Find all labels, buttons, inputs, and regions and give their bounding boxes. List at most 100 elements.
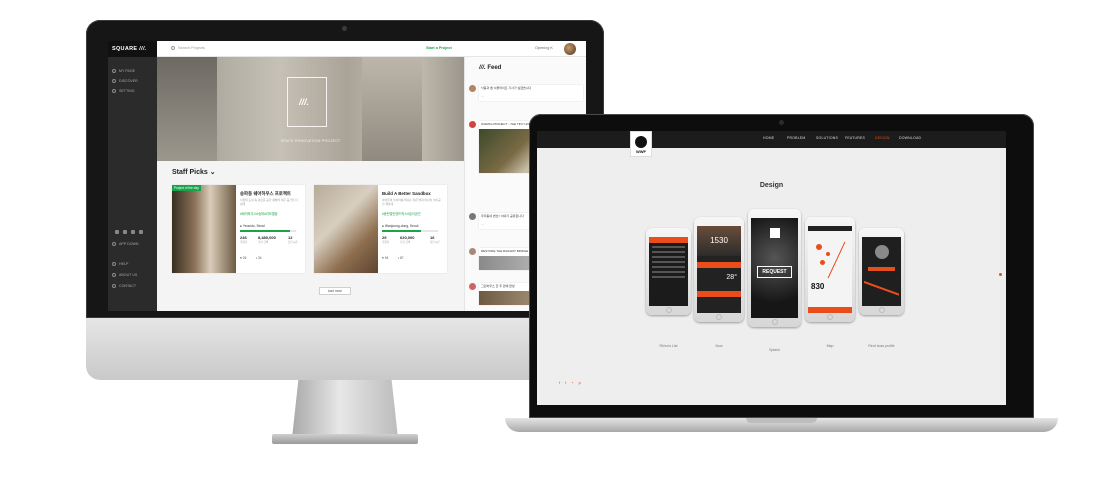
sidebar-item-my-page[interactable]: MY PAGE (112, 69, 135, 73)
now-number: 1530 (697, 226, 741, 256)
sidebar-item-about-us[interactable]: ABOUT US (112, 273, 137, 277)
load-more-button[interactable]: load more (319, 287, 351, 295)
phone-screen-profile (862, 237, 901, 306)
project-image (314, 185, 378, 273)
macbook-device: HOME PROBLEM SOLUTIONS FEATURES DESIGN D… (505, 114, 1058, 436)
compass-icon (112, 79, 116, 83)
top-bar: Search Projects Start a Project Opening … (157, 41, 586, 57)
macbook-notch (746, 418, 817, 423)
hero-banner[interactable]: ///. SPACE RENOVATION PROJECT (157, 57, 464, 161)
project-card[interactable]: Build A Better Sandbox 아이들의 놀이터를 바꾸는 작은 … (314, 185, 447, 273)
sidebar-item-help[interactable]: HELP (112, 262, 128, 266)
phone-caption: Rent boss profile (868, 344, 895, 348)
project-card[interactable]: Project of the day 송파동 쉐어하우스 프로젝트 서울의 도심… (172, 185, 305, 273)
home-button (716, 314, 722, 320)
staff-picks-heading[interactable]: Staff Picks ⌄ (172, 168, 216, 176)
twitter-icon[interactable] (123, 230, 127, 234)
top-nav: HOME PROBLEM SOLUTIONS FEATURES DESIGN D… (537, 131, 1006, 148)
mail-icon (112, 284, 116, 288)
twitter-icon[interactable]: t (565, 380, 566, 385)
stat-remaining: 12 남은시간 (288, 235, 298, 244)
like-count[interactable]: ♥ 94 (382, 256, 388, 260)
phone-caption: Map (826, 344, 834, 348)
project-title[interactable]: Build A Better Sandbox (382, 191, 444, 196)
search-input[interactable]: Search Projects (171, 46, 205, 50)
avatar (469, 213, 476, 220)
facebook-icon[interactable] (115, 230, 119, 234)
phone-screen-splash: REQUEST (751, 218, 798, 318)
avatar (469, 248, 476, 255)
wwf-app-screen: HOME PROBLEM SOLUTIONS FEATURES DESIGN D… (537, 131, 1006, 405)
phone-caption: Rhino's List (659, 344, 678, 348)
project-title[interactable]: 송파동 쉐어하우스 프로젝트 (240, 191, 302, 197)
sidebar-item-discover[interactable]: DISCOVER (112, 79, 138, 83)
project-description: 서울의 도심 속 새로운 공간 재해석 작은 공간을 더 넓게 (240, 198, 298, 206)
user-icon (112, 69, 116, 73)
stat-amount: 8,480,000 모인 금액 (258, 235, 276, 244)
brand-logo[interactable]: SQUARE ///. (108, 41, 157, 57)
home-button (665, 307, 672, 313)
section-dot-indicator[interactable] (999, 273, 1002, 276)
avatar[interactable] (564, 43, 576, 55)
pinterest-icon[interactable] (139, 230, 143, 234)
phone-screen-list (649, 237, 688, 306)
nav-features[interactable]: FEATURES (845, 136, 865, 140)
sidebar-item-setting[interactable]: SETTING (112, 89, 135, 93)
nav-design[interactable]: DESIGN (875, 136, 890, 140)
phone-caption: Now (715, 344, 723, 348)
map-number: 830 (811, 282, 825, 291)
funding-progress-bar (382, 230, 438, 232)
nav-home[interactable]: HOME (763, 136, 774, 140)
imac-stand (292, 380, 398, 438)
phone-screen-map: 830 (808, 226, 852, 313)
like-count[interactable]: ♥ 26 (240, 256, 246, 260)
hero-column (362, 57, 422, 161)
start-project-link[interactable]: Start a Project (426, 46, 452, 50)
phone-mockup (646, 228, 691, 315)
social-links (115, 230, 143, 234)
imac-stand-foot (272, 434, 418, 444)
avatar (469, 121, 476, 128)
wwf-logo[interactable]: WWF (630, 131, 652, 157)
hero-caption: SPACE RENOVATION PROJECT (280, 139, 341, 143)
project-tags[interactable]: #쉐어하우스#송파#리모델링 (240, 211, 278, 216)
stat-backers: 29 후원자 (382, 235, 390, 244)
location-pin-icon: ● (382, 224, 384, 228)
profile-avatar (874, 245, 889, 259)
feed-logo-icon: ///. (479, 65, 486, 71)
request-button[interactable]: REQUEST (757, 266, 792, 278)
sidebar-item-app-down[interactable]: APP DOWN (112, 242, 139, 246)
nav-problem[interactable]: PROBLEM (787, 136, 806, 140)
info-icon (112, 273, 116, 277)
feed-title: ///. Feed (479, 65, 502, 71)
temperature: 28° (726, 274, 737, 281)
nav-download[interactable]: DOWNLOAD (899, 136, 921, 140)
home-button (878, 307, 885, 313)
share-icon[interactable]: + (571, 380, 573, 385)
facebook-icon[interactable]: f (559, 380, 560, 385)
product-mockup-stage: SQUARE ///. MY PAGE DISCOVER SETTING APP… (0, 0, 1108, 502)
logo-mark-icon: ///. (139, 46, 147, 52)
home-button (827, 314, 833, 320)
gear-icon (112, 89, 116, 93)
wwf-small-logo-icon (769, 228, 780, 238)
sidebar: SQUARE ///. MY PAGE DISCOVER SETTING APP… (108, 41, 157, 311)
phone-caption: Splash (769, 348, 780, 352)
project-description: 아이들의 놀이터를 바꾸는 작은 변화 어린이 놀이공간 재설계 (382, 198, 441, 206)
comment-count[interactable]: ▪ 87 (398, 256, 404, 260)
avatar (469, 85, 476, 92)
feed-card[interactable]: 낙동과 벤 서울라이프 기사가 실렸습니다 ⋯ (479, 85, 583, 101)
phone-mockup (859, 228, 904, 315)
user-name[interactable]: Opening K (535, 46, 553, 50)
sidebar-item-contact[interactable]: CONTACT (112, 284, 136, 288)
project-tags[interactable]: #동탄열린샌드박스#놀이공간 (382, 211, 421, 216)
comment-icon: ▪ (256, 256, 258, 260)
search-icon (171, 46, 175, 50)
comment-count[interactable]: ▪ 34 (256, 256, 262, 260)
home-button (771, 319, 778, 325)
instagram-icon[interactable] (131, 230, 135, 234)
location-pin-icon: ● (240, 224, 242, 228)
chevron-down-icon: ⌄ (209, 169, 216, 176)
pinterest-icon[interactable]: p (579, 380, 581, 385)
nav-solutions[interactable]: SOLUTIONS (816, 136, 838, 140)
